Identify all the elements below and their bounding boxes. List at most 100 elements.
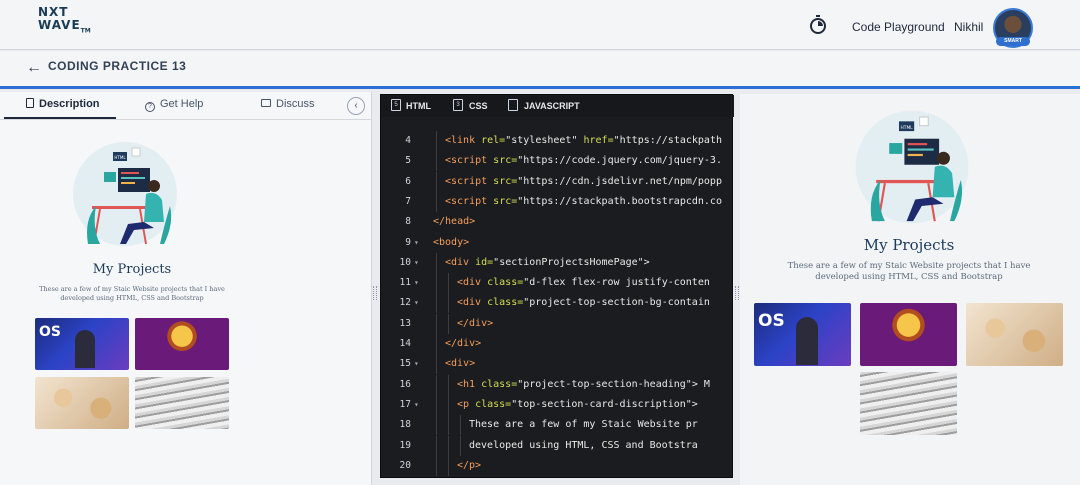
code-text: <link rel="stylesheet" href="https://sta… [445,131,722,151]
fold-arrow-icon[interactable]: ▾ [414,273,419,293]
stopwatch-icon[interactable] [809,15,827,35]
code-token: id= [475,256,494,268]
active-tab-indicator [4,117,116,119]
code-token: </div> [445,338,482,349]
tab-javascript[interactable]: JAVASCRIPT [524,101,580,111]
user-name[interactable]: Nikhil [954,20,983,34]
code-token: <div> [445,358,476,370]
fold-arrow-icon[interactable]: ▾ [414,395,419,415]
line-number: 12 [399,297,411,309]
code-text: </div> [445,334,481,354]
tab-discuss[interactable]: Discuss [261,98,315,110]
project-thumbnail-3[interactable] [35,377,129,429]
indent-guide [436,435,437,456]
line-number: 7 [405,195,411,207]
indent-guide [436,252,437,273]
collapse-panel-button[interactable]: ‹ [347,97,365,115]
code-token: </p> [457,459,482,471]
line-number: 16 [399,378,411,390]
right-resize-handle[interactable] [735,286,739,300]
project-thumbnail-1[interactable]: OS [35,318,129,370]
code-token: "project-top-section-bg-contain [523,297,710,309]
preview-thumbnail-2[interactable] [860,303,957,366]
code-line[interactable]: 11 ▾ <div class="d-flex flex-row justify-c… [381,273,734,294]
code-line[interactable]: 5 <script src="https://code.jquery.com/jq… [381,151,734,172]
code-line[interactable]: 17 ▾ <p class="top-section-card-discriptio… [381,394,734,415]
avatar-badge: SMART [996,37,1030,46]
code-line[interactable]: 12 ▾ <div class="project-top-section-bg-co… [381,293,734,314]
code-text: <div id="sectionProjectsHomePage"> [445,253,650,273]
logo-line-2: WAVETM [38,18,91,35]
code-editor[interactable]: 5 HTML 3 CSS JAVASCRIPT <head> 4 <link re… [380,94,734,478]
chat-icon [261,99,271,107]
code-text: <div class="project-top-section-bg-conta… [457,293,710,313]
editor-tabs: 5 HTML 3 CSS JAVASCRIPT [381,95,734,117]
preview-thumbnail-4[interactable] [860,372,957,435]
code-token: <div [457,297,488,309]
code-token: <h1 [457,378,482,390]
indent-guide [436,191,437,212]
code-line[interactable]: 6 <script src="https://cdn.jsdelivr.net/n… [381,171,734,192]
code-line[interactable]: 14 </div> [381,334,734,354]
indent-guide [436,394,437,415]
code-token: href= [583,135,614,146]
code-line[interactable]: 16 <h1 class="project-top-section-heading… [381,374,734,395]
back-arrow-icon[interactable]: ← [26,59,42,77]
preview-thumbnail-1[interactable]: OS [754,303,851,366]
code-line[interactable]: 9 ▾ <body> [381,233,734,253]
fold-arrow-icon[interactable]: ▾ [414,253,419,273]
code-text: <p class="top-section-card-discription"> [457,395,698,415]
indent-guide [448,435,449,456]
help-circle-icon: ? [145,102,155,112]
project-thumbnail-2[interactable] [135,318,229,370]
code-line[interactable]: 18 These are a few of my Staic Website pr [381,415,734,436]
code-token: "d-flex flex-row justify-conten [523,277,710,289]
indent-guide [448,394,449,415]
tab-get-help[interactable]: ? Get Help [145,98,203,112]
code-token: "sectionProjectsHomePage"> [493,256,650,268]
code-token: "https://cdn.jsdelivr.net/npm/popp [517,175,722,187]
tab-html[interactable]: HTML [406,101,431,111]
tab-css[interactable]: CSS [469,101,488,111]
code-text: </head> [433,212,475,232]
code-text: <script src="https://stackpath.bootstrap… [445,192,722,212]
line-number: 15 [399,358,411,370]
indent-guide [436,151,437,172]
code-line[interactable]: 20 </p> [381,455,734,476]
fold-arrow-icon[interactable]: ▾ [414,354,419,374]
indent-guide [448,313,449,334]
code-playground-link[interactable]: Code Playground [852,20,945,34]
line-number: 4 [405,135,411,146]
fold-arrow-icon[interactable]: ▾ [414,293,419,313]
indent-guide [448,293,449,314]
code-token: "https://stackpath.bootstrapcdn.co [517,195,722,207]
nxtwave-logo[interactable]: NXT WAVETM [38,6,91,37]
preview-thumbnail-3[interactable] [966,303,1063,366]
left-resize-handle[interactable] [373,286,377,300]
project-thumbnail-4[interactable] [135,377,229,429]
indent-guide [448,273,449,294]
code-token: class= [487,277,524,289]
code-line[interactable]: 4 <link rel="stylesheet" href="https://st… [381,131,734,151]
indent-guide [436,131,437,151]
preview-pane: HTML My Projects These are a few of my S… [740,94,1080,485]
fold-arrow-icon[interactable]: ▾ [414,233,419,253]
code-token: <script [445,195,494,207]
code-line[interactable]: 7 <script src="https://stackpath.bootstra… [381,191,734,212]
description-pane: Description ? Get Help Discuss ‹ HTML My … [0,92,372,485]
tab-description[interactable]: Description [26,98,100,110]
indent-guide [460,435,461,456]
preview-projects-description: These are a few of my Staic Website proj… [787,261,1031,283]
code-line[interactable]: 19 developed using HTML, CSS and Bootstra [381,435,734,456]
css3-icon: 3 [453,99,463,111]
code-token: rel= [481,135,506,146]
line-number: 6 [405,175,411,187]
code-line[interactable]: 13 </div> [381,313,734,334]
code-line[interactable]: 10 ▾ <div id="sectionProjectsHomePage"> [381,252,734,273]
code-line[interactable]: 15 ▾ <div> [381,354,734,375]
code-line[interactable]: 8 </head> [381,212,734,232]
code-text: </div> [457,314,493,334]
code-token: developed using HTML, CSS and Bootstra [469,439,698,451]
code-text: These are a few of my Staic Website pr [469,415,698,435]
preview-projects-title: My Projects [863,236,955,254]
